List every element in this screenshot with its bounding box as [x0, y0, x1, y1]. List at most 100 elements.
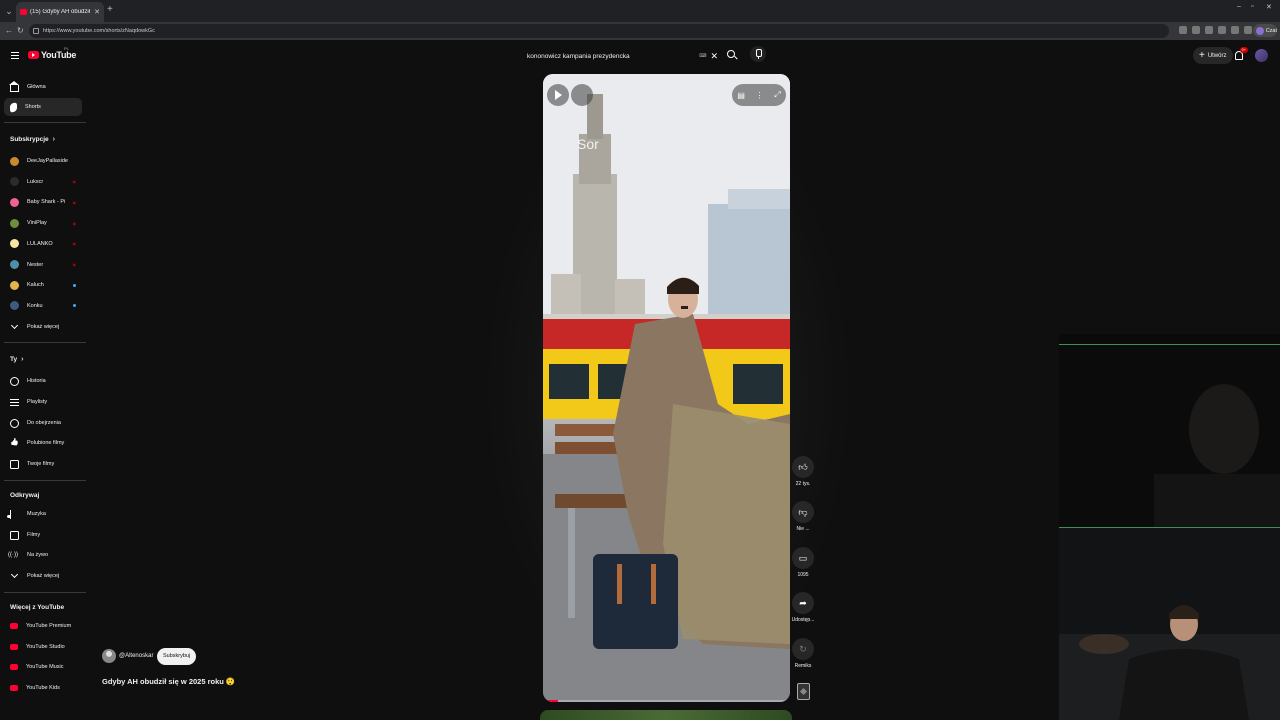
- sound-thumbnail-icon[interactable]: [797, 683, 810, 700]
- site-info-icon[interactable]: [33, 28, 39, 34]
- search-input[interactable]: kononowicz kampania prezydencka ⌨ ✕: [520, 46, 722, 66]
- webcam-feed: [1059, 345, 1280, 720]
- window-close-icon[interactable]: ✕: [1266, 3, 1272, 11]
- sidebar-show-more[interactable]: Pokaż więcej: [4, 567, 82, 585]
- profile-button[interactable]: Czat: [1253, 24, 1277, 37]
- youtube-kids-icon: [10, 685, 18, 691]
- youtube-logo[interactable]: YouTube: [28, 50, 76, 60]
- dislike-button[interactable]: 👎︎: [792, 501, 814, 523]
- share-action[interactable]: ➦ Udostęp...: [790, 592, 816, 623]
- captions-icon[interactable]: ▤: [737, 91, 745, 100]
- like-button[interactable]: 👍︎: [792, 456, 814, 478]
- extension-icon[interactable]: [1218, 26, 1226, 34]
- voice-search-icon[interactable]: [750, 46, 766, 62]
- sidebar-item-label: Playlisty: [27, 399, 48, 405]
- sidebar-item-label: Baby Shark - Pin...: [27, 199, 65, 206]
- extension-icon[interactable]: [1192, 26, 1200, 34]
- notification-badge: 9+: [1240, 47, 1248, 53]
- sidebar-item-subscription[interactable]: Baby Shark - Pin... ◉: [4, 193, 82, 211]
- you-heading[interactable]: Ty ›: [10, 356, 23, 363]
- sidebar-item-subscription[interactable]: ViniPlay ◉: [4, 214, 82, 232]
- sidebar-item-your-videos[interactable]: Twoje filmy: [4, 455, 82, 473]
- dislike-action[interactable]: 👎︎ Nie ...: [790, 501, 816, 532]
- sidebar-item-shorts[interactable]: Shorts: [4, 98, 82, 116]
- sidebar-item-movies[interactable]: Filmy: [4, 526, 82, 544]
- reload-icon[interactable]: ↻: [17, 25, 24, 37]
- channel-name[interactable]: @Altenoskar: [119, 653, 153, 659]
- comments-button[interactable]: ▭: [792, 547, 814, 569]
- create-button[interactable]: + Utwórz: [1193, 47, 1233, 64]
- sidebar-item-liked-videos[interactable]: Polubione filmy: [4, 434, 82, 452]
- tab-search-chevron-icon[interactable]: ⌄: [2, 4, 16, 18]
- chevron-down-icon: [10, 321, 19, 329]
- sidebar-item-music[interactable]: Muzyka: [4, 505, 82, 523]
- chevron-right-icon: ›: [52, 136, 56, 143]
- account-avatar[interactable]: [1255, 49, 1268, 62]
- sidebar-item-playlists[interactable]: Playlisty: [4, 393, 82, 411]
- share-button[interactable]: ➦: [792, 592, 814, 614]
- menu-icon[interactable]: [1244, 26, 1252, 34]
- sidebar: Główna Shorts Subskrypcje › DeeJayPallas…: [0, 72, 88, 720]
- fullscreen-icon[interactable]: ⤢: [774, 90, 780, 100]
- sidebar-item-subscription[interactable]: Lukscr ◉: [4, 173, 82, 191]
- clear-search-icon[interactable]: ✕: [710, 51, 718, 62]
- volume-icon[interactable]: [571, 84, 593, 106]
- back-icon[interactable]: ←: [5, 25, 13, 37]
- new-tab-icon[interactable]: +: [107, 4, 113, 16]
- subscribe-button[interactable]: Subskrybuj: [157, 648, 197, 665]
- more-options-icon[interactable]: ⋮: [756, 91, 764, 100]
- plus-icon: +: [1199, 49, 1205, 61]
- channel-avatar: [10, 156, 19, 166]
- keyboard-icon[interactable]: ⌨: [699, 53, 706, 59]
- extension-icon[interactable]: [1179, 26, 1187, 34]
- home-icon: [9, 80, 19, 92]
- remix-action[interactable]: ↻ Remiks: [790, 638, 816, 669]
- create-label: Utwórz: [1207, 52, 1227, 59]
- browser-toolbar: ← ↻ https://www.youtube.com/shorts/zNaqd…: [0, 22, 1280, 40]
- subscriptions-heading[interactable]: Subskrypcje ›: [10, 136, 55, 143]
- youtube-premium-icon: [10, 623, 18, 629]
- sidebar-item-home[interactable]: Główna: [4, 78, 82, 96]
- menu-icon[interactable]: [11, 52, 19, 59]
- sidebar-item-youtube-premium[interactable]: YouTube Premium: [4, 617, 82, 635]
- sidebar-item-subscription[interactable]: Konku: [4, 297, 82, 315]
- minimize-icon[interactable]: –: [1237, 3, 1241, 10]
- sidebar-item-subscription[interactable]: Nester ◉: [4, 256, 82, 274]
- playlists-icon: [10, 398, 19, 406]
- tab-close-icon[interactable]: ✕: [94, 8, 100, 16]
- remix-button[interactable]: ↻: [792, 638, 814, 660]
- shorts-video-player[interactable]: Sor ▤ ⋮ ⤢: [543, 74, 790, 702]
- sidebar-item-label: Historia: [27, 378, 46, 384]
- comments-action[interactable]: ▭ 1095: [790, 547, 816, 578]
- movies-icon: [10, 530, 19, 540]
- comment-icon: ▭: [798, 553, 808, 563]
- sidebar-item-live[interactable]: Na żywo: [4, 546, 82, 564]
- sidebar-item-label: YouTube Studio: [26, 644, 65, 650]
- sidebar-item-youtube-kids[interactable]: YouTube Kids: [4, 679, 82, 697]
- youtube-play-icon: [28, 51, 39, 59]
- play-pause-icon[interactable]: [547, 84, 569, 106]
- like-action[interactable]: 👍︎ 22 tys.: [790, 456, 816, 487]
- sidebar-show-more[interactable]: Pokaż więcej: [4, 318, 82, 336]
- maximize-icon[interactable]: ▫: [1251, 3, 1253, 10]
- sidebar-item-youtube-studio[interactable]: YouTube Studio: [4, 638, 82, 656]
- sidebar-item-subscription[interactable]: DeeJayPallaside: [4, 152, 82, 170]
- browser-tab-active[interactable]: (15) Gdyby AH obudził się w 2025 ✕: [16, 2, 104, 22]
- next-short-preview[interactable]: [540, 710, 792, 720]
- chevron-down-icon: [10, 570, 19, 578]
- divider: [4, 592, 86, 593]
- shorts-icon: [10, 101, 17, 113]
- sidebar-item-subscription[interactable]: Kaluch: [4, 276, 82, 294]
- live-indicator-icon: ◉: [72, 220, 77, 226]
- more-from-youtube-heading: Więcej z YouTube: [10, 604, 64, 611]
- channel-avatar[interactable]: [102, 649, 116, 663]
- sidebar-item-subscription[interactable]: LULANKO ◉: [4, 235, 82, 253]
- sidebar-item-watch-later[interactable]: Do obejrzenia: [4, 414, 82, 432]
- sidebar-item-history[interactable]: Historia: [4, 372, 82, 390]
- sidebar-item-youtube-music[interactable]: YouTube Music: [4, 658, 82, 676]
- extension-icon[interactable]: [1205, 26, 1213, 34]
- search-icon[interactable]: [725, 48, 739, 62]
- address-bar[interactable]: https://www.youtube.com/shorts/zNaqdowkG…: [29, 24, 1169, 38]
- extension-icon[interactable]: [1231, 26, 1239, 34]
- video-progress-bar[interactable]: [543, 700, 790, 702]
